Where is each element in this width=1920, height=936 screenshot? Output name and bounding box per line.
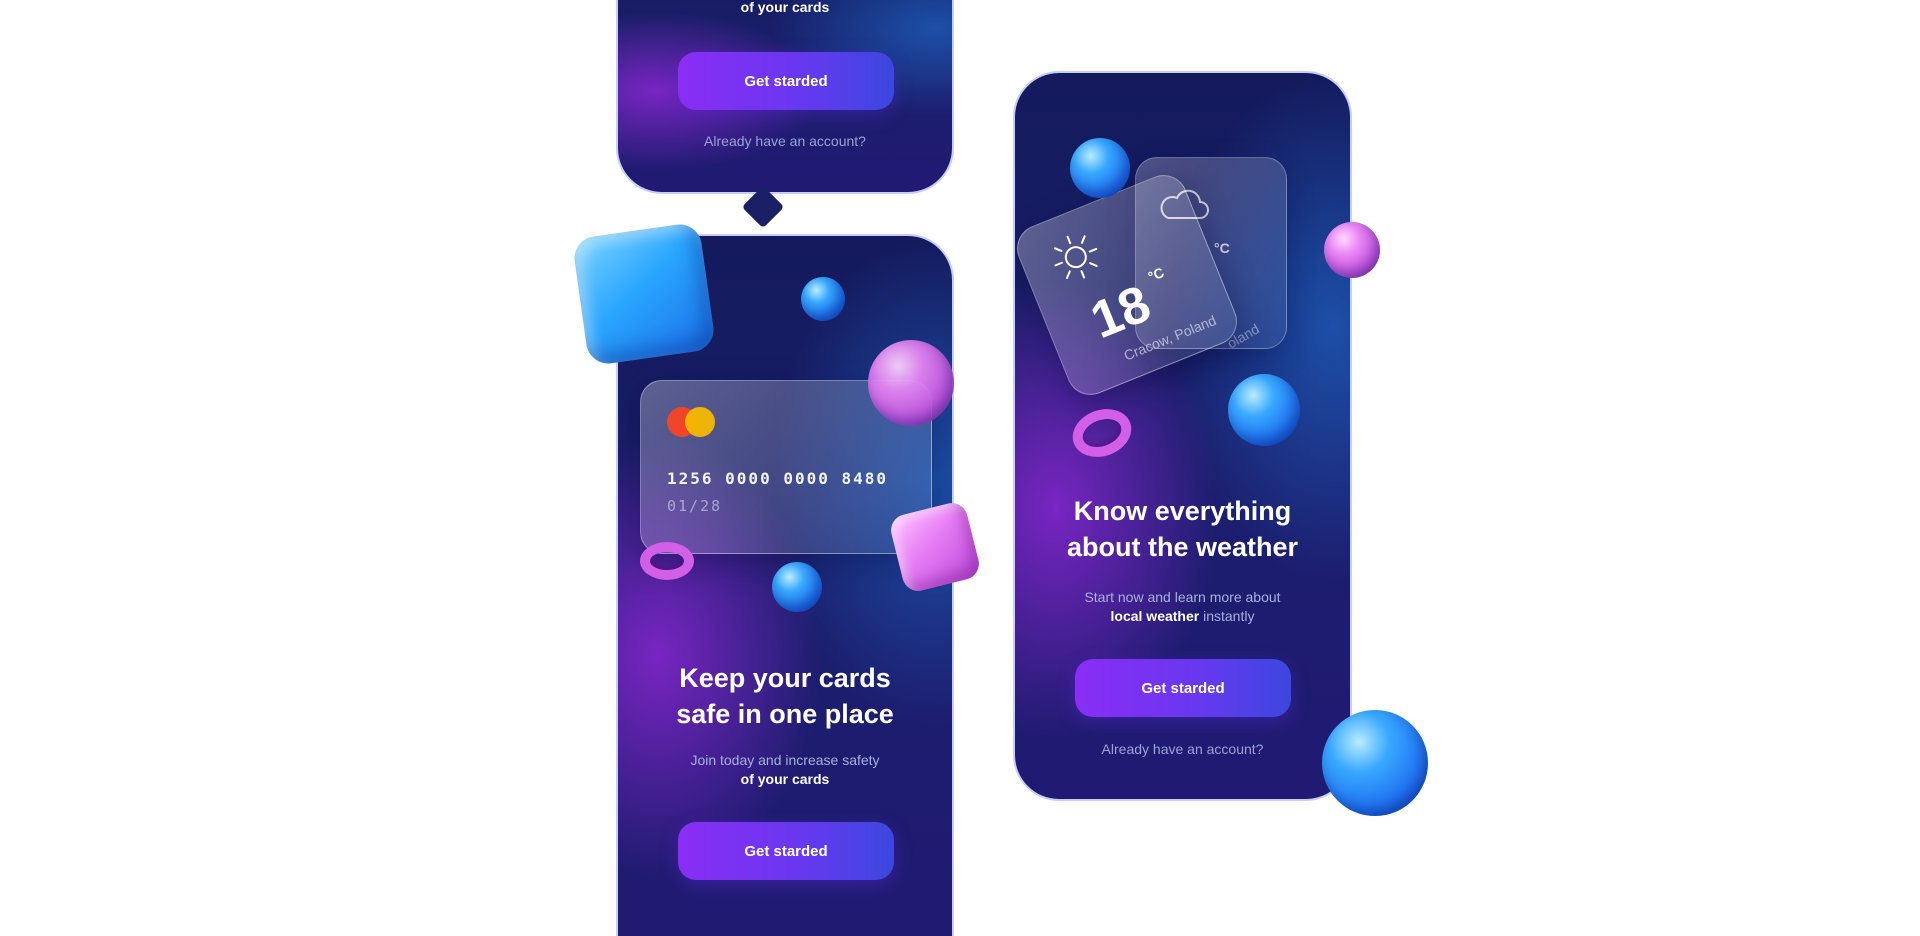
- weather-already-account-link[interactable]: Already have an account?: [1015, 741, 1350, 757]
- weather-title-line1: Know everything: [1073, 496, 1292, 526]
- weather-subtitle-rest: instantly: [1199, 608, 1255, 624]
- blue-sphere: [772, 562, 822, 612]
- weather-title: Know everything about the weather: [1015, 493, 1350, 565]
- temperature-unit: °C: [1145, 264, 1167, 285]
- phone-screen-weather: °C oland 18 °C Cracow, Poland Know every…: [1015, 73, 1350, 799]
- weather-subtitle-bold: local weather: [1110, 608, 1200, 624]
- blue-sphere: [801, 277, 845, 321]
- blue-sphere: [1070, 138, 1130, 198]
- cards-subtitle: Join today and increase safety of your c…: [618, 751, 952, 789]
- top-get-started-button[interactable]: Get starded: [678, 52, 894, 110]
- cards-title-line2: safe in one place: [676, 699, 894, 729]
- mastercard-logo: [667, 407, 717, 439]
- phone-screen-top: of your cards Get starded Already have a…: [618, 0, 952, 192]
- cards-title-line1: Keep your cards: [679, 663, 891, 693]
- sun-icon: [1054, 235, 1098, 279]
- card-expiry: 01/28: [667, 497, 723, 515]
- blue-cube: [571, 221, 717, 367]
- top-already-account-link[interactable]: Already have an account?: [618, 133, 952, 149]
- cards-subtitle-bold: of your cards: [740, 771, 830, 787]
- weather-subtitle-text: Start now and learn more about: [1084, 589, 1281, 605]
- top-subtitle-bold: of your cards: [740, 0, 830, 15]
- cards-title: Keep your cards safe in one place: [618, 660, 952, 732]
- card-number: 1256 0000 0000 8480: [667, 469, 889, 488]
- blue-sphere: [1228, 374, 1300, 446]
- pink-sphere: [868, 340, 954, 426]
- top-subtitle: of your cards: [618, 0, 952, 17]
- cards-subtitle-text: Join today and increase safety: [690, 752, 880, 768]
- pink-ring: [640, 542, 694, 580]
- cards-get-started-button[interactable]: Get starded: [678, 822, 894, 880]
- pink-sphere: [1324, 222, 1380, 278]
- weather-subtitle: Start now and learn more about local wea…: [1015, 588, 1350, 626]
- blue-sphere: [1322, 710, 1428, 816]
- weather-subtitle-line2: local weather instantly: [1015, 607, 1350, 626]
- weather-title-line2: about the weather: [1066, 532, 1299, 562]
- weather-get-started-button[interactable]: Get starded: [1075, 659, 1291, 717]
- back-card-unit: °C: [1214, 240, 1230, 256]
- speech-tail: [741, 185, 785, 229]
